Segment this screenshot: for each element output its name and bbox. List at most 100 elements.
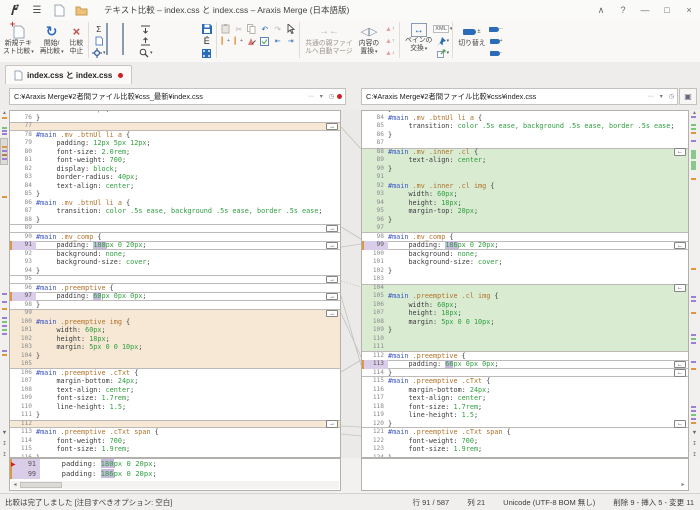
insert-marker-above-icon[interactable]: ▎+ xyxy=(219,35,232,47)
code-line-116[interactable]: 116 margin-bottom: 24px; xyxy=(362,386,688,395)
code-line-118[interactable]: 118 font-size: 1.7rem; xyxy=(362,403,688,412)
code-line-83[interactable]: 83 border-radius: 40px; xyxy=(10,173,340,182)
code-line-98[interactable]: 98} xyxy=(10,301,340,310)
code-line-107[interactable]: 107 height: 18px; xyxy=(362,309,688,318)
code-line-109[interactable]: 109 font-size: 1.7rem; xyxy=(10,394,340,403)
export-button[interactable]: ▾ xyxy=(435,47,450,59)
code-line-104[interactable]: 104} xyxy=(10,352,340,361)
close-icon[interactable]: × xyxy=(678,0,700,20)
new-document-icon[interactable] xyxy=(52,3,66,17)
layout-three-pane-button[interactable] xyxy=(106,37,122,50)
code-line-84[interactable]: 84 text-align: center; xyxy=(10,182,340,191)
shift-left-icon[interactable]: ⇤ xyxy=(271,35,284,47)
code-line-106[interactable]: 106#main .preemptive .cTxt { xyxy=(10,369,340,378)
edit-change-icon[interactable] xyxy=(245,35,258,47)
code-line-99[interactable]: 99→ xyxy=(10,309,340,318)
code-line-106[interactable]: 106 width: 60px; xyxy=(362,301,688,310)
left-next-change-icon[interactable]: ▼ xyxy=(0,430,9,436)
code-line-105[interactable]: 105#main .preemptive .cl img { xyxy=(362,292,688,301)
code-line-90[interactable]: 90} xyxy=(362,165,688,174)
code-line-94[interactable]: 94 height: 18px; xyxy=(362,199,688,208)
code-line-98[interactable]: 98#main .mv_comp { xyxy=(362,233,688,242)
code-line-123[interactable]: 123 font-size: 1.9rem; xyxy=(362,445,688,454)
code-line-91[interactable]: 91 xyxy=(362,173,688,182)
code-line-112[interactable]: 112→ xyxy=(10,420,340,429)
code-line-107[interactable]: 107 margin-bottom: 24px; xyxy=(10,377,340,386)
warning-up2-icon[interactable]: ▲↑ xyxy=(382,35,397,47)
right-path-browse-icon[interactable]: ⋯ xyxy=(645,93,657,100)
merge-arrow-button[interactable]: → xyxy=(326,123,338,131)
scrollbar-thumb[interactable] xyxy=(20,482,62,488)
code-line-94[interactable]: 94} xyxy=(10,267,340,276)
insert-marker-below-icon[interactable]: ▎+ xyxy=(232,35,245,47)
code-line-111[interactable]: 111 xyxy=(362,343,688,352)
code-line-112[interactable]: 112#main .preemptive { xyxy=(362,352,688,361)
encoding-button[interactable]: É xyxy=(199,35,214,47)
auto-merge-button[interactable]: →← 共通の親ファイルへ自動マージ xyxy=(302,22,356,57)
right-overview-strip[interactable]: ▲ ▼ ↧ ↥ xyxy=(689,110,700,458)
replace-content-button[interactable]: ◁▷ 内容の置換▾ xyxy=(356,22,382,57)
merge-arrow-button[interactable]: → xyxy=(326,293,338,301)
code-line-102[interactable]: 102 height: 18px; xyxy=(10,335,340,344)
code-line-122[interactable]: 122 font-weight: 700; xyxy=(362,437,688,446)
select-cursor-icon[interactable] xyxy=(284,23,297,35)
left-code-pane[interactable]: 75 width: 250px;76}77→78#main .mv .btnUl… xyxy=(9,110,341,458)
code-line-93[interactable]: 93 background-size: cover; xyxy=(10,258,340,267)
code-line-86[interactable]: 86#main .mv .btnUl li a { xyxy=(10,199,340,208)
minimize-icon[interactable]: — xyxy=(634,0,656,20)
code-line-120[interactable]: 120}← xyxy=(362,420,688,429)
code-line-100[interactable]: 100#main .preemptive img { xyxy=(10,318,340,327)
code-line-113[interactable]: 113 padding: 66px 0px 0px;← xyxy=(362,360,688,369)
scroll-right-icon[interactable]: ▸ xyxy=(679,481,687,489)
code-line-101[interactable]: 101 background-size: cover; xyxy=(362,258,688,267)
open-folder-icon[interactable] xyxy=(74,3,88,17)
copy-icon[interactable] xyxy=(245,23,258,35)
ribbon-collapse-icon[interactable]: ∧ xyxy=(590,0,612,20)
code-line-79[interactable]: 79 padding: 12px 5px 12px; xyxy=(10,139,340,148)
toggle-bookmark-button[interactable]: ± 切り替え xyxy=(455,22,488,49)
current-change-pane-right[interactable]: ▸ xyxy=(361,458,689,491)
maximize-pane-button[interactable]: ▣ xyxy=(679,88,697,105)
right-file-path-box[interactable]: C:¥Araxis Merge¥2者間ファイル比較¥css¥index.css … xyxy=(361,88,678,105)
undo-icon[interactable]: ↶ xyxy=(258,23,271,35)
merge-arrow-button[interactable]: ← xyxy=(674,242,686,250)
code-line-103[interactable]: 103 margin: 5px 0 0 10px; xyxy=(10,343,340,352)
code-line-114[interactable]: 114}← xyxy=(362,369,688,378)
bookmark-prev-icon[interactable]: - xyxy=(489,47,504,59)
layout-single-pane-button[interactable] xyxy=(106,24,122,37)
current-change-row-99[interactable]: 99 padding: 186px 0 20px; xyxy=(10,469,340,479)
shift-right-icon[interactable]: ⇥ xyxy=(284,35,297,47)
code-line-108[interactable]: 108 text-align: center; xyxy=(10,386,340,395)
code-line-97[interactable]: 97 padding: 60px 0px 0px;→ xyxy=(10,292,340,301)
pin-button[interactable]: ▾ xyxy=(435,35,450,47)
left-overview-strip[interactable]: ▲ ▼ ↧ ↥ xyxy=(0,110,9,458)
code-line-119[interactable]: 119 line-height: 1.5; xyxy=(362,411,688,420)
code-line-88[interactable]: 88#main .mv .inner .cl {← xyxy=(362,148,688,157)
fit-top-button[interactable] xyxy=(138,23,153,35)
code-line-89[interactable]: 89→ xyxy=(10,224,340,233)
warning-up-icon[interactable]: ▲↑ xyxy=(382,23,397,35)
code-line-93[interactable]: 93 width: 60px; xyxy=(362,190,688,199)
code-line-90[interactable]: 90#main .mv_comp { xyxy=(10,233,340,242)
merge-arrow-button[interactable]: ← xyxy=(674,284,686,292)
code-line-101[interactable]: 101 width: 60px; xyxy=(10,326,340,335)
code-line-92[interactable]: 92#main .mv .inner .cl img { xyxy=(362,182,688,191)
code-line-104[interactable]: 104← xyxy=(362,284,688,293)
code-line-96[interactable]: 96#main .preemptive { xyxy=(10,284,340,293)
tab-index-css-comparison[interactable]: index.css と index.css xyxy=(5,65,132,85)
code-line-87[interactable]: 87 xyxy=(362,139,688,148)
right-path-history-icon[interactable]: ◷ xyxy=(666,93,677,100)
left-strip-up-icon[interactable]: ▲ xyxy=(0,110,9,116)
merge-arrow-button[interactable]: → xyxy=(326,242,338,250)
checklist-icon[interactable] xyxy=(258,35,271,47)
fit-bottom-button[interactable] xyxy=(138,35,153,47)
left-scroll-bottom-icon[interactable]: ↧ xyxy=(0,441,9,447)
code-line-100[interactable]: 100 background: none; xyxy=(362,250,688,259)
new-comparison-button[interactable]: + 新規テキスト比較▾ xyxy=(0,22,37,57)
merge-arrow-button[interactable]: ← xyxy=(674,369,686,377)
merge-arrow-button[interactable]: ← xyxy=(674,361,686,369)
code-line-103[interactable]: 103 xyxy=(362,275,688,284)
menu-icon[interactable]: ☰ xyxy=(30,3,44,17)
current-change-row-91[interactable]: ▶91 padding: 180px 0 20px; xyxy=(10,459,340,469)
redo-icon[interactable]: ↷ xyxy=(271,23,284,35)
